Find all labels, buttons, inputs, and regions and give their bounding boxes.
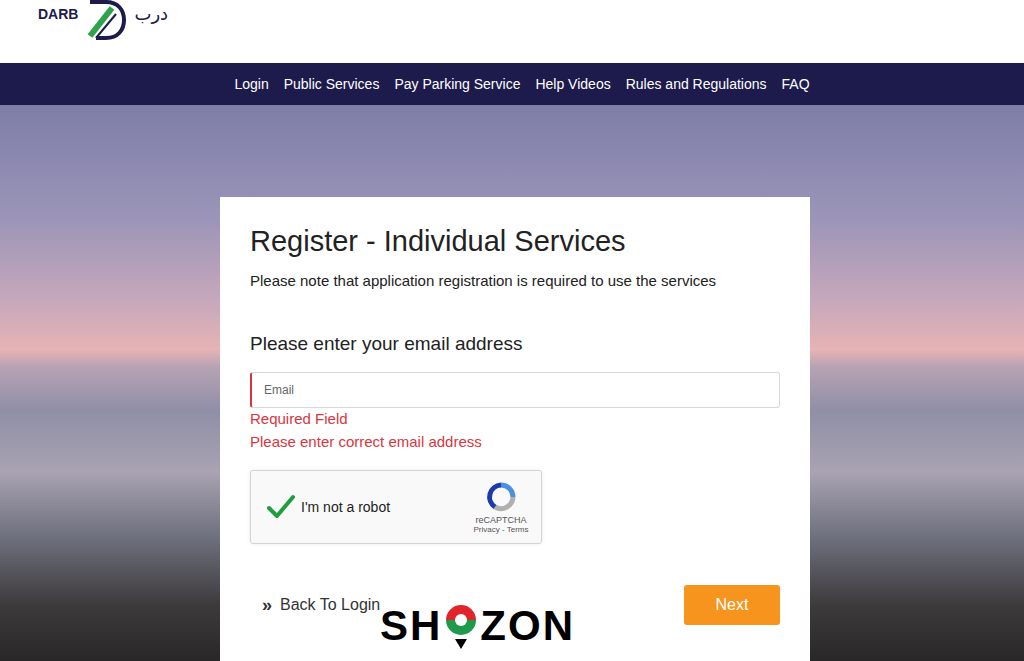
register-card: Register - Individual Services Please not… bbox=[220, 197, 810, 661]
page: DARB درب Login Public Services Pay Parking S… bbox=[0, 0, 1024, 661]
background-photo: Register - Individual Services Please not… bbox=[0, 105, 1024, 661]
double-chevron-icon: » bbox=[262, 595, 272, 616]
darb-logo[interactable]: DARB درب bbox=[38, 0, 1024, 40]
recaptcha-logo-icon bbox=[485, 481, 517, 513]
nav-item[interactable]: Pay Parking Service bbox=[394, 76, 520, 92]
captcha-brand-name: reCAPTCHA bbox=[475, 515, 526, 525]
captcha-checkbox[interactable] bbox=[265, 491, 297, 523]
card-note: Please note that application registratio… bbox=[250, 271, 780, 291]
logo-latin-text: DARB bbox=[38, 6, 78, 22]
card-title: Register - Individual Services bbox=[250, 223, 780, 259]
nav-item[interactable]: Help Videos bbox=[535, 76, 610, 92]
error-message: Please enter correct email address bbox=[250, 432, 780, 452]
error-message: Required Field bbox=[250, 409, 780, 429]
checkmark-icon bbox=[266, 494, 296, 520]
logo-arabic-text: درب bbox=[134, 3, 168, 25]
captcha-links[interactable]: Privacy - Terms bbox=[474, 525, 529, 534]
darb-mark-icon bbox=[86, 0, 126, 40]
back-to-login-link[interactable]: » Back To Login bbox=[250, 595, 380, 616]
watermark-text: SH bbox=[380, 603, 442, 649]
back-label: Back To Login bbox=[280, 596, 380, 614]
email-prompt: Please enter your email address bbox=[250, 333, 780, 355]
nav-item[interactable]: Login bbox=[234, 76, 268, 92]
watermark-text: ZON bbox=[480, 603, 575, 649]
nav-item[interactable]: FAQ bbox=[782, 76, 810, 92]
nav-bar: Login Public Services Pay Parking Service H… bbox=[0, 63, 1024, 105]
watermark: SH ZON bbox=[380, 603, 575, 651]
captcha-label: I'm not a robot bbox=[301, 499, 469, 515]
email-input[interactable] bbox=[250, 372, 780, 408]
nav-item[interactable]: Public Services bbox=[284, 76, 380, 92]
recaptcha-box: I'm not a robotreCAPTCHAPrivacy - Terms bbox=[250, 470, 542, 544]
next-button[interactable]: Next bbox=[684, 585, 780, 625]
map-pin-icon bbox=[444, 603, 478, 651]
captcha-brand: reCAPTCHAPrivacy - Terms bbox=[469, 481, 533, 534]
header: DARB درب bbox=[0, 0, 1024, 63]
nav-item[interactable]: Rules and Regulations bbox=[626, 76, 767, 92]
